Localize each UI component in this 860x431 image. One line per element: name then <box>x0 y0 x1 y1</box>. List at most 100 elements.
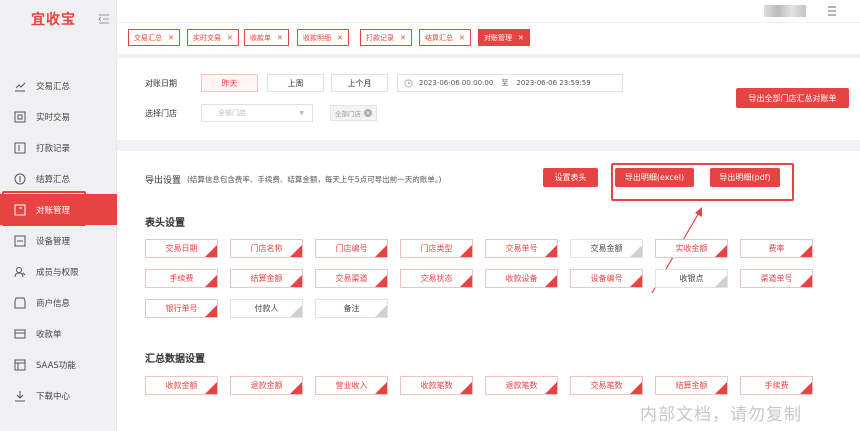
set-header-button[interactable]: 设置表头 <box>543 168 598 187</box>
date-range-picker[interactable]: 2023-06-06 00:00:00 至 2023-06-06 23:59:5… <box>397 74 623 92</box>
sidebar-item-label: 设备管理 <box>36 236 71 247</box>
header-field-chip[interactable]: 设备编号 <box>570 269 643 288</box>
header-field-chip[interactable]: 银行单号 <box>145 299 218 318</box>
field-label: 门店类型 <box>420 244 453 253</box>
export-excel-button[interactable]: 导出明细(excel) <box>615 168 694 187</box>
summary-settings-title: 汇总数据设置 <box>145 354 205 365</box>
sidebar-item-label: 对账管理 <box>36 205 71 216</box>
sidebar-item-reconciliation[interactable]: 对账管理 <box>0 191 117 226</box>
corner-check-icon <box>460 275 472 287</box>
sidebar-item-device-management[interactable]: 设备管理 <box>0 225 117 256</box>
tab-label: 实时交易 <box>193 33 221 42</box>
app-logo: 宜收宝 <box>31 12 76 28</box>
corner-check-icon <box>460 382 472 394</box>
header-field-chip[interactable]: 门店类型 <box>400 239 473 258</box>
header-field-chip[interactable]: 手续费 <box>740 376 813 395</box>
header-field-chip[interactable]: 退款笔数 <box>485 376 558 395</box>
close-icon[interactable]: ✕ <box>277 34 283 42</box>
corner-check-icon <box>290 245 302 257</box>
sidebar-item-label: 成员与权限 <box>36 267 79 278</box>
tab-receipts[interactable]: 收款单 ✕ <box>244 29 289 46</box>
header-field-chip[interactable]: 退款金额 <box>230 376 303 395</box>
store-select[interactable]: 全部门店 ▼ <box>201 104 313 122</box>
download-icon <box>14 390 26 402</box>
field-label: 门店名称 <box>250 244 283 253</box>
header-field-chip[interactable]: 交易金额 <box>570 239 643 258</box>
saas-icon <box>14 359 26 371</box>
close-icon[interactable]: ✕ <box>337 34 343 42</box>
tab-settlement-summary[interactable]: 结算汇总 ✕ <box>419 29 471 46</box>
export-all-stores-button[interactable]: 导出全部门店汇总对账单 <box>736 88 849 108</box>
tab-label: 收款单 <box>250 33 271 42</box>
export-pdf-button[interactable]: 导出明细(pdf) <box>710 168 780 187</box>
header-field-chip[interactable]: 实收金额 <box>655 239 728 258</box>
field-label: 收银点 <box>679 274 704 283</box>
header-field-chip[interactable]: 备注 <box>315 299 388 318</box>
sidebar-item-merchant-info[interactable]: 商户信息 <box>0 287 117 318</box>
menu-icon[interactable] <box>825 4 839 18</box>
corner-check-icon <box>205 275 217 287</box>
receipt-icon <box>14 328 26 340</box>
sidebar-item-realtime-transactions[interactable]: 实时交易 <box>0 101 117 132</box>
logo-row: 宜收宝 <box>0 0 116 38</box>
date-option-last-week[interactable]: 上周 <box>267 74 324 92</box>
close-icon[interactable]: ✕ <box>400 34 406 42</box>
header-field-chip[interactable]: 门店名称 <box>230 239 303 258</box>
date-option-last-month[interactable]: 上个月 <box>331 74 388 92</box>
tab-transaction-summary[interactable]: 交易汇总 ✕ <box>128 29 180 46</box>
store-select-placeholder: 全部门店 <box>218 109 246 117</box>
header-field-chip[interactable]: 交易状态 <box>400 269 473 288</box>
header-field-chip[interactable]: 结算金额 <box>655 376 728 395</box>
field-label: 收款设备 <box>505 274 538 283</box>
tab-payment-records[interactable]: 打款记录 ✕ <box>360 29 412 46</box>
header-field-chip[interactable]: 结算金额 <box>230 269 303 288</box>
tab-reconciliation[interactable]: 对账管理 ✕ <box>478 29 530 46</box>
sidebar: 宜收宝 交易汇总 实时交易 打款记录 结算汇总 对账管理 设备管理 成员与权限 … <box>0 0 117 431</box>
sidebar-item-receipts[interactable]: 收款单 <box>0 318 117 349</box>
sidebar-item-saas[interactable]: SAAS功能 <box>0 349 117 380</box>
header-field-chip[interactable]: 付款人 <box>230 299 303 318</box>
header-field-chip[interactable]: 交易日期 <box>145 239 218 258</box>
close-icon[interactable]: × <box>364 109 372 117</box>
header-field-chip[interactable]: 收银点 <box>655 269 728 288</box>
header-field-chip[interactable]: 交易单号 <box>485 239 558 258</box>
close-icon[interactable]: ✕ <box>459 34 465 42</box>
corner-check-icon <box>715 275 727 287</box>
device-icon <box>14 235 26 247</box>
header-field-chip[interactable]: 门店编号 <box>315 239 388 258</box>
header-field-chip[interactable]: 营业收入 <box>315 376 388 395</box>
header-field-chip[interactable]: 交易笔数 <box>570 376 643 395</box>
header-settings-title: 表头设置 <box>145 218 185 229</box>
top-bar <box>117 0 860 22</box>
sidebar-item-transaction-summary[interactable]: 交易汇总 <box>0 70 117 101</box>
sidebar-item-label: 收款单 <box>36 329 62 340</box>
sidebar-item-payment-records[interactable]: 打款记录 <box>0 132 117 163</box>
payment-record-icon <box>14 142 26 154</box>
close-icon[interactable]: ✕ <box>227 34 233 42</box>
settlement-icon <box>14 173 26 185</box>
corner-check-icon <box>205 245 217 257</box>
sidebar-item-download-center[interactable]: 下载中心 <box>0 380 117 411</box>
sidebar-item-settlement-summary[interactable]: 结算汇总 <box>0 163 117 194</box>
header-field-chip[interactable]: 渠道单号 <box>740 269 813 288</box>
field-label: 门店编号 <box>335 244 368 253</box>
close-icon[interactable]: ✕ <box>168 34 174 42</box>
header-field-chip[interactable]: 收款笔数 <box>400 376 473 395</box>
header-field-chip[interactable]: 费率 <box>740 239 813 258</box>
header-field-chip[interactable]: 交易渠道 <box>315 269 388 288</box>
header-field-chip[interactable]: 收款设备 <box>485 269 558 288</box>
header-field-chip[interactable]: 收款金额 <box>145 376 218 395</box>
header-field-chip[interactable]: 手续费 <box>145 269 218 288</box>
collapse-menu-icon[interactable] <box>98 13 110 25</box>
close-icon[interactable]: ✕ <box>518 34 524 42</box>
tab-realtime-transactions[interactable]: 实时交易 ✕ <box>187 29 239 46</box>
sidebar-nav: 交易汇总 实时交易 打款记录 结算汇总 对账管理 设备管理 成员与权限 商户信息… <box>0 70 117 411</box>
store-chip[interactable]: 全部门店 × <box>330 105 377 121</box>
tab-receipt-details[interactable]: 收款明细 ✕ <box>297 29 349 46</box>
sidebar-item-members-permissions[interactable]: 成员与权限 <box>0 256 117 287</box>
date-option-yesterday[interactable]: 昨天 <box>201 74 258 92</box>
field-label: 收款金额 <box>165 381 198 390</box>
corner-check-icon <box>205 305 217 317</box>
user-avatar-blurred[interactable] <box>764 5 806 17</box>
corner-check-icon <box>460 245 472 257</box>
